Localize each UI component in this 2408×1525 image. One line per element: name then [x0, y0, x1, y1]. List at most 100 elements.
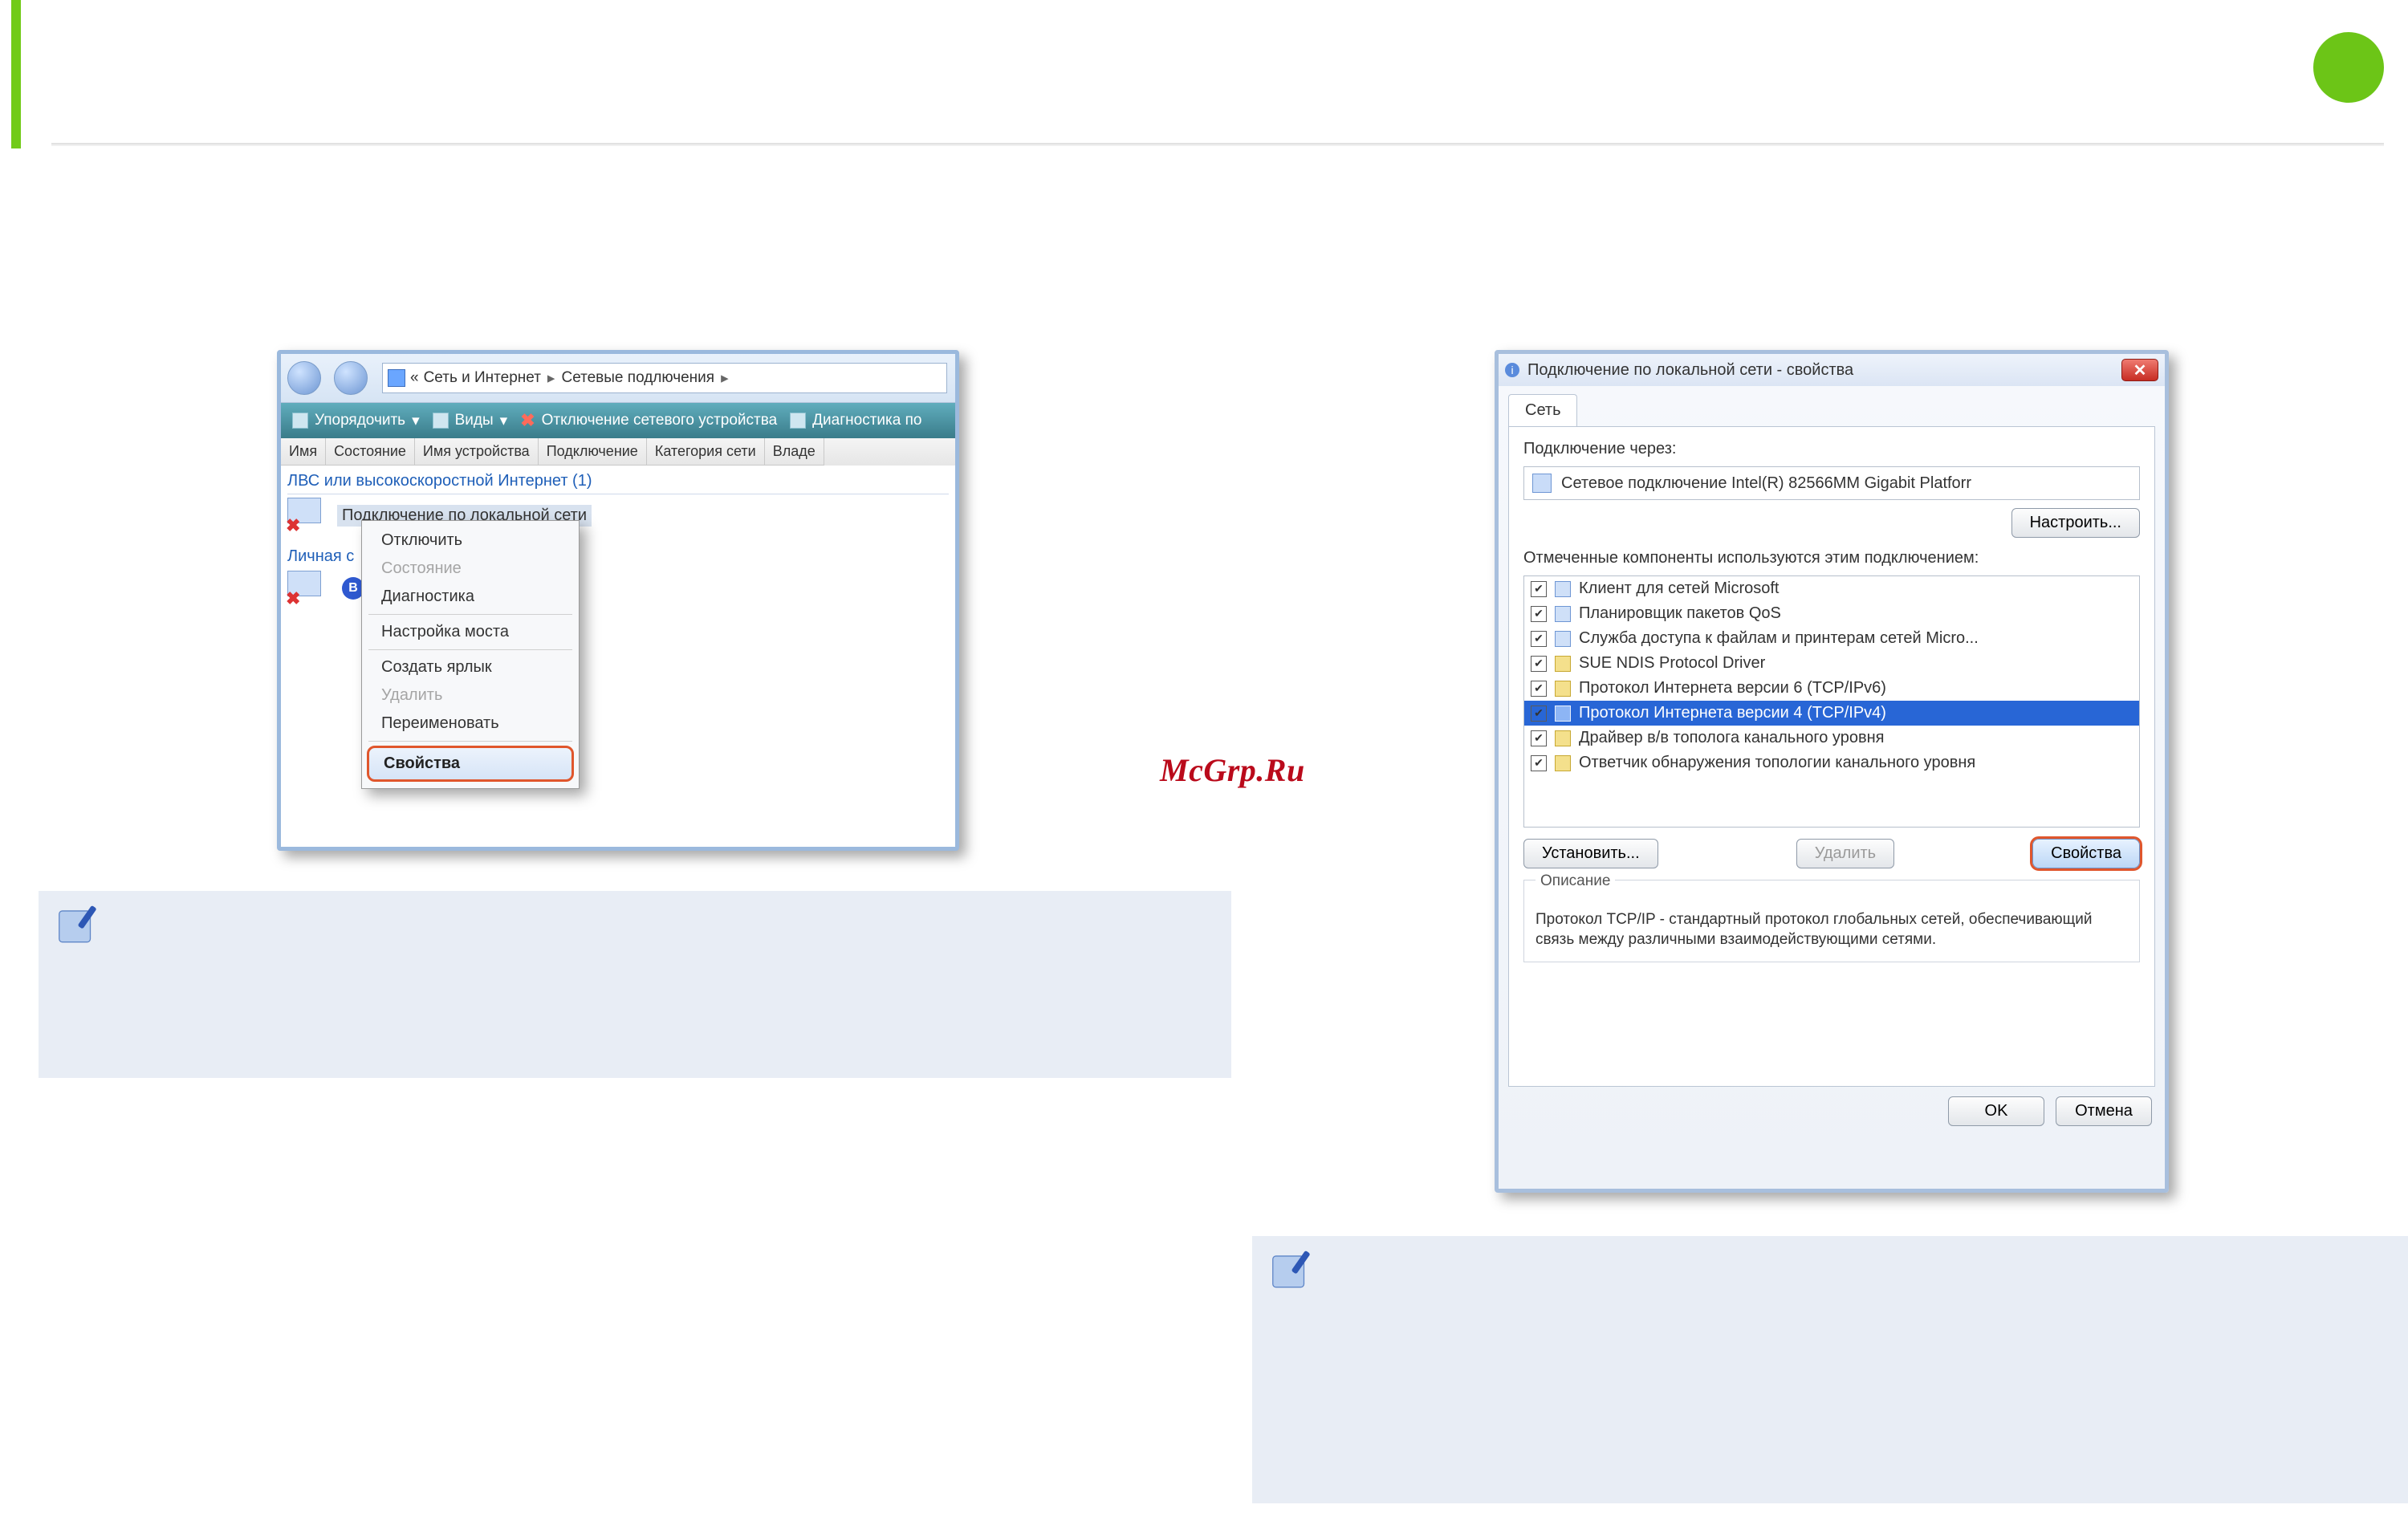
tool-disable-device[interactable]: ✖ Отключение сетевого устройства	[520, 410, 777, 431]
page-accent-dot	[2313, 32, 2384, 103]
properties-dialog: i Подключение по локальной сети - свойст…	[1495, 350, 2169, 1193]
component-icon	[1555, 755, 1571, 771]
page-accent-rail	[11, 0, 21, 148]
tool-organize[interactable]: Упорядочить▾	[292, 412, 420, 430]
crumb-a[interactable]: Сеть и Интернет	[424, 369, 541, 387]
network-connections-window: « Сеть и Интернет ▸ Сетевые подлючения ▸…	[277, 350, 959, 851]
col-device[interactable]: Имя устройства	[415, 438, 539, 466]
ctx-diagnose[interactable]: Диагностика	[367, 584, 574, 610]
tool-diagnose[interactable]: Диагностика по	[790, 412, 921, 429]
ctx-shortcut[interactable]: Создать ярлык	[367, 654, 574, 681]
cancel-button[interactable]: Отмена	[2056, 1096, 2152, 1126]
dialog-actions: OK Отмена	[1499, 1096, 2152, 1126]
tool-views[interactable]: Виды▾	[433, 412, 508, 430]
window-body: ЛВС или высокоскоростной Интернет (1) ✖ …	[281, 466, 955, 612]
delete-button: Удалить	[1796, 839, 1894, 868]
dialog-body: Подключение через: Сетевое подключение I…	[1508, 427, 2155, 1087]
note-icon	[1267, 1246, 1316, 1295]
error-badge-icon: ✖	[286, 515, 300, 536]
adapter-icon	[1532, 474, 1552, 493]
ctx-properties[interactable]: Свойства	[367, 746, 574, 782]
component-label: Клиент для сетей Microsoft	[1579, 580, 1779, 598]
address-bar: « Сеть и Интернет ▸ Сетевые подлючения ▸	[281, 354, 955, 403]
crumb-glyph: «	[410, 369, 419, 387]
disable-icon: ✖	[520, 410, 535, 431]
list-item[interactable]: ✔ Драйвер в/в тополога канального уровня	[1524, 726, 2139, 750]
close-button[interactable]: ✕	[2121, 359, 2158, 381]
component-icon	[1555, 656, 1571, 672]
col-connection[interactable]: Подключение	[539, 438, 647, 466]
component-icon	[1555, 681, 1571, 697]
breadcrumb[interactable]: « Сеть и Интернет ▸ Сетевые подлючения ▸	[382, 363, 947, 393]
tool-disable-label: Отключение сетевого устройства	[542, 412, 778, 429]
checkbox[interactable]: ✔	[1531, 606, 1547, 622]
col-category[interactable]: Категория сети	[647, 438, 765, 466]
titlebar: i Подключение по локальной сети - свойст…	[1499, 354, 2165, 386]
ctx-bridge[interactable]: Настройка моста	[367, 619, 574, 645]
adapter-field: Сетевое подключение Intel(R) 82566MM Gig…	[1523, 466, 2140, 500]
install-button[interactable]: Установить...	[1523, 839, 1658, 868]
ctx-separator	[368, 741, 572, 742]
watermark: McGrp.Ru	[1160, 754, 1305, 787]
connection-icon: ✖	[287, 498, 329, 533]
list-item[interactable]: ✔ Протокол Интернета версии 6 (TCP/IPv6)	[1524, 676, 2139, 701]
ctx-rename[interactable]: Переименовать	[367, 710, 574, 737]
nav-back-button[interactable]	[287, 361, 321, 395]
configure-button[interactable]: Настроить...	[2011, 508, 2140, 538]
nav-forward-button[interactable]	[334, 361, 368, 395]
adapter-name: Сетевое подключение Intel(R) 82566MM Gig…	[1561, 474, 1971, 493]
crumb-b[interactable]: Сетевые подлючения	[561, 369, 714, 387]
properties-button[interactable]: Свойства	[2032, 839, 2140, 868]
checkbox[interactable]: ✔	[1531, 581, 1547, 597]
tool-views-label: Виды	[455, 412, 494, 429]
checkbox[interactable]: ✔	[1531, 730, 1547, 746]
ctx-separator	[368, 649, 572, 650]
component-actions: Установить... Удалить Свойства	[1523, 839, 2140, 868]
tab-network[interactable]: Сеть	[1508, 394, 1577, 426]
component-label: Служба доступа к файлам и принтерам сете…	[1579, 629, 1979, 648]
folder-icon	[388, 369, 405, 387]
components-label: Отмеченные компоненты используются этим …	[1523, 549, 2140, 567]
ctx-status: Состояние	[367, 555, 574, 582]
ok-button[interactable]: OK	[1948, 1096, 2044, 1126]
dialog-title: Подключение по локальной сети - свойства	[1527, 361, 1853, 380]
ctx-delete: Удалить	[367, 682, 574, 709]
component-label: Драйвер в/в тополога канального уровня	[1579, 729, 1884, 747]
tool-diagnose-label: Диагностика по	[812, 412, 921, 429]
component-icon	[1555, 631, 1571, 647]
crumb-sep: ▸	[547, 369, 555, 388]
list-item-selected[interactable]: ✔ Протокол Интернета версии 4 (TCP/IPv4)	[1524, 701, 2139, 726]
page-divider	[51, 143, 2384, 146]
component-icon	[1555, 730, 1571, 746]
toolbar: Упорядочить▾ Виды▾ ✖ Отключение сетевого…	[281, 403, 955, 438]
ctx-separator	[368, 614, 572, 615]
col-status[interactable]: Состояние	[326, 438, 415, 466]
col-owner[interactable]: Владе	[765, 438, 824, 466]
context-menu: Отключить Состояние Диагностика Настройк…	[361, 520, 580, 789]
component-label: Планировщик пакетов QoS	[1579, 604, 1781, 623]
connection-icon: ✖	[287, 571, 329, 606]
description-legend: Описание	[1536, 871, 1615, 892]
component-icon	[1555, 706, 1571, 722]
list-item[interactable]: ✔Ответчик обнаружения топологии канально…	[1524, 750, 2139, 775]
checkbox[interactable]: ✔	[1531, 656, 1547, 672]
list-item[interactable]: ✔ Клиент для сетей Microsoft	[1524, 576, 2139, 601]
checkbox[interactable]: ✔	[1531, 706, 1547, 722]
checkbox[interactable]: ✔	[1531, 755, 1547, 771]
ctx-disable[interactable]: Отключить	[367, 527, 574, 554]
note-icon	[53, 901, 103, 950]
component-label: Протокол Интернета версии 6 (TCP/IPv6)	[1579, 679, 1886, 697]
checkbox[interactable]: ✔	[1531, 631, 1547, 647]
col-name[interactable]: Имя	[281, 438, 326, 466]
checkbox[interactable]: ✔	[1531, 681, 1547, 697]
component-label: SUE NDIS Protocol Driver	[1579, 654, 1765, 673]
list-item[interactable]: ✔ Служба доступа к файлам и принтерам сет…	[1524, 626, 2139, 651]
via-label: Подключение через:	[1523, 440, 2140, 458]
component-icon	[1555, 606, 1571, 622]
component-label: Протокол Интернета версии 4 (TCP/IPv4)	[1579, 704, 1886, 722]
list-item[interactable]: ✔ Планировщик пакетов QoS	[1524, 601, 2139, 626]
crumb-sep: ▸	[721, 369, 729, 388]
tabstrip: Сеть	[1508, 392, 2155, 427]
group-header: ЛВС или высокоскоростной Интернет (1)	[287, 469, 949, 494]
list-item[interactable]: ✔ SUE NDIS Protocol Driver	[1524, 651, 2139, 676]
